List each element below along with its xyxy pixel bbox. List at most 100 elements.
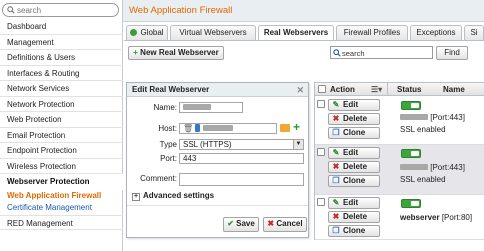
- edit-icon: ✎: [332, 148, 340, 157]
- clone-button[interactable]: ❐ Clone: [328, 127, 380, 139]
- sidebar-search-input[interactable]: [17, 5, 113, 16]
- sidebar-item-wireless-protection[interactable]: Wireless Protection: [0, 159, 123, 174]
- list-search-input[interactable]: [342, 48, 430, 58]
- row-checkbox[interactable]: [317, 198, 325, 206]
- redacted-text: [202, 125, 233, 131]
- host-object-icon: [195, 124, 201, 132]
- sidebar-item-interfaces[interactable]: Interfaces & Routing: [0, 66, 123, 81]
- type-label: Type: [159, 140, 177, 149]
- sidebar-item-red-management[interactable]: RED Management: [0, 214, 123, 230]
- delete-button[interactable]: ✖ Delete: [328, 113, 380, 125]
- host-label: Host:: [158, 124, 177, 133]
- column-status[interactable]: Status: [397, 83, 421, 96]
- new-real-webserver-button[interactable]: + New Real Webserver: [128, 46, 224, 60]
- port-label: Port:: [160, 154, 177, 163]
- clone-button[interactable]: ❐ Clone: [328, 175, 380, 187]
- tab-virtual-webservers[interactable]: Virtual Webservers: [170, 25, 256, 40]
- tab-site-path[interactable]: Si: [464, 25, 484, 40]
- tab-exceptions[interactable]: Exceptions: [410, 25, 462, 40]
- real-webservers-table: Action ☰▾ Status Name ✎ Edit ✖ Delete ❐ Clo…: [314, 82, 484, 240]
- status-toggle[interactable]: [401, 101, 421, 110]
- edit-button[interactable]: ✎ Edit: [328, 147, 380, 159]
- port-field[interactable]: 443: [179, 153, 304, 164]
- check-icon: ✔: [227, 219, 234, 228]
- list-search[interactable]: [330, 46, 433, 59]
- sidebar-item-web-application-firewall[interactable]: Web Application Firewall: [0, 190, 123, 202]
- status-dot-icon: [130, 29, 138, 36]
- table-header: Action ☰▾ Status Name: [315, 83, 484, 96]
- sidebar-search[interactable]: [2, 3, 119, 17]
- sidebar-item-certificate-management[interactable]: Certificate Management: [0, 202, 123, 213]
- row-ssl: SSL enabled: [400, 175, 446, 184]
- select-all-checkbox[interactable]: [318, 85, 326, 93]
- save-button[interactable]: ✔ Save: [223, 217, 259, 232]
- type-select[interactable]: SSL (HTTPS) ▼: [179, 139, 304, 150]
- edit-button[interactable]: ✎ Edit: [328, 99, 380, 111]
- row-host: [Port:443]: [400, 163, 465, 172]
- status-toggle[interactable]: [401, 149, 421, 158]
- status-toggle[interactable]: [401, 199, 421, 208]
- plus-icon: +: [133, 48, 138, 57]
- chevron-down-icon[interactable]: ▼: [293, 140, 303, 149]
- divider: [127, 205, 308, 206]
- table-row: ✎ Edit ✖ Delete ❐ Clone [Port:443] SSL enab…: [315, 97, 484, 145]
- row-checkbox[interactable]: [317, 100, 325, 108]
- table-row: ✎ Edit ✖ Delete ❐ Clone webserver [Port:80]: [315, 195, 484, 240]
- sidebar-item-dashboard[interactable]: Dashboard: [0, 19, 123, 35]
- clone-icon: ❐: [332, 226, 340, 235]
- redacted-text: [400, 114, 428, 120]
- delete-icon: ✖: [332, 212, 340, 221]
- delete-button[interactable]: ✖ Delete: [328, 211, 380, 223]
- dialog-title: Edit Real Webserver ✕: [127, 83, 308, 97]
- column-action[interactable]: Action: [330, 83, 355, 96]
- sidebar-item-webserver-protection[interactable]: Webserver Protection: [0, 174, 123, 190]
- tab-divider: [124, 40, 484, 41]
- edit-icon: ✎: [332, 198, 340, 207]
- clone-button[interactable]: ❐ Clone: [328, 225, 380, 237]
- sidebar-item-definitions[interactable]: Definitions & Users: [0, 50, 123, 66]
- redacted-text: [400, 164, 428, 170]
- advanced-settings-toggle[interactable]: + Advanced settings: [132, 191, 214, 201]
- table-row: ✎ Edit ✖ Delete ❐ Clone [Port:443] SSL enab…: [315, 145, 484, 195]
- delete-icon: ✖: [332, 114, 340, 123]
- add-icon[interactable]: +: [293, 120, 300, 134]
- sidebar-item-email-protection[interactable]: Email Protection: [0, 128, 123, 143]
- header-bar: Web Application Firewall: [123, 0, 484, 22]
- edit-real-webserver-dialog: Edit Real Webserver ✕ Name: Host: 🗑 + Ty…: [126, 82, 309, 238]
- tab-real-webservers[interactable]: Real Webservers: [258, 25, 334, 41]
- search-icon: [333, 49, 341, 57]
- row-host: [Port:443]: [400, 113, 465, 122]
- name-label: Name:: [153, 103, 177, 112]
- sidebar-item-management[interactable]: Management: [0, 35, 123, 50]
- host-field[interactable]: 🗑: [179, 123, 277, 134]
- folder-icon[interactable]: [280, 124, 290, 132]
- cancel-button[interactable]: ✖ Cancel: [263, 217, 307, 232]
- row-ssl: SSL enabled: [400, 125, 446, 134]
- delete-button[interactable]: ✖ Delete: [328, 161, 380, 173]
- tab-firewall-profiles[interactable]: Firewall Profiles: [336, 25, 408, 40]
- tab-global[interactable]: Global: [126, 25, 168, 40]
- trash-icon[interactable]: 🗑: [183, 124, 193, 133]
- sidebar-item-web-protection[interactable]: Web Protection: [0, 112, 123, 128]
- close-icon[interactable]: ✕: [296, 83, 304, 97]
- page-title: Web Application Firewall: [129, 5, 233, 16]
- row-checkbox[interactable]: [317, 148, 325, 156]
- clone-icon: ❐: [332, 176, 340, 185]
- column-menu-icon[interactable]: ☰▾: [371, 83, 382, 96]
- row-name: webserver [Port:80]: [400, 213, 473, 222]
- comment-label: Comment:: [140, 174, 177, 183]
- comment-field[interactable]: [179, 173, 304, 186]
- expand-plus-icon: +: [132, 193, 140, 201]
- sidebar-item-endpoint-protection[interactable]: Endpoint Protection: [0, 143, 123, 159]
- name-field[interactable]: [179, 102, 243, 113]
- close-icon: ✖: [267, 219, 275, 228]
- delete-icon: ✖: [332, 162, 340, 171]
- edit-icon: ✎: [332, 100, 340, 109]
- sidebar: Dashboard Management Definitions & Users…: [0, 0, 123, 251]
- column-name[interactable]: Name: [443, 83, 465, 96]
- find-button[interactable]: Find: [436, 46, 468, 60]
- clone-icon: ❐: [332, 128, 340, 137]
- edit-button[interactable]: ✎ Edit: [328, 197, 380, 209]
- sidebar-item-network-services[interactable]: Network Services: [0, 81, 123, 97]
- sidebar-item-network-protection[interactable]: Network Protection: [0, 97, 123, 112]
